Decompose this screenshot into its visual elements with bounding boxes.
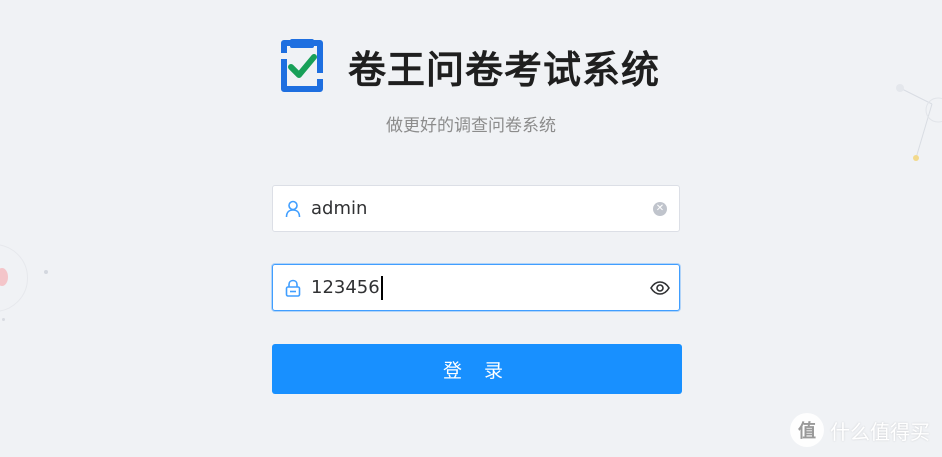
toggle-password-visibility-button[interactable]: [641, 280, 679, 295]
password-text: 123456: [311, 277, 380, 298]
decorative-dot: [44, 270, 48, 274]
clear-input-button[interactable]: ✕: [641, 201, 679, 216]
username-input[interactable]: [311, 198, 641, 219]
eye-icon: [650, 280, 670, 295]
app-title: 卷王问卷考试系统: [348, 47, 661, 92]
user-icon: [273, 200, 311, 218]
app-logo: [280, 39, 324, 92]
clear-icon: ✕: [653, 201, 667, 216]
username-field[interactable]: ✕: [272, 185, 680, 232]
app-header: 卷王问卷考试系统: [276, 38, 660, 94]
watermark-logo: 值: [790, 413, 824, 447]
app-subtitle: 做更好的调查问卷系统: [386, 116, 556, 136]
watermark-text: 什么值得买: [830, 419, 930, 444]
text-caret: [380, 275, 383, 300]
password-field[interactable]: 123456: [272, 264, 680, 311]
login-button[interactable]: 登 录: [272, 344, 682, 394]
password-input[interactable]: 123456: [311, 275, 641, 300]
lock-icon: [273, 279, 311, 297]
watermark: 值 什么值得买: [790, 413, 930, 447]
decorative-dot: [2, 318, 5, 321]
